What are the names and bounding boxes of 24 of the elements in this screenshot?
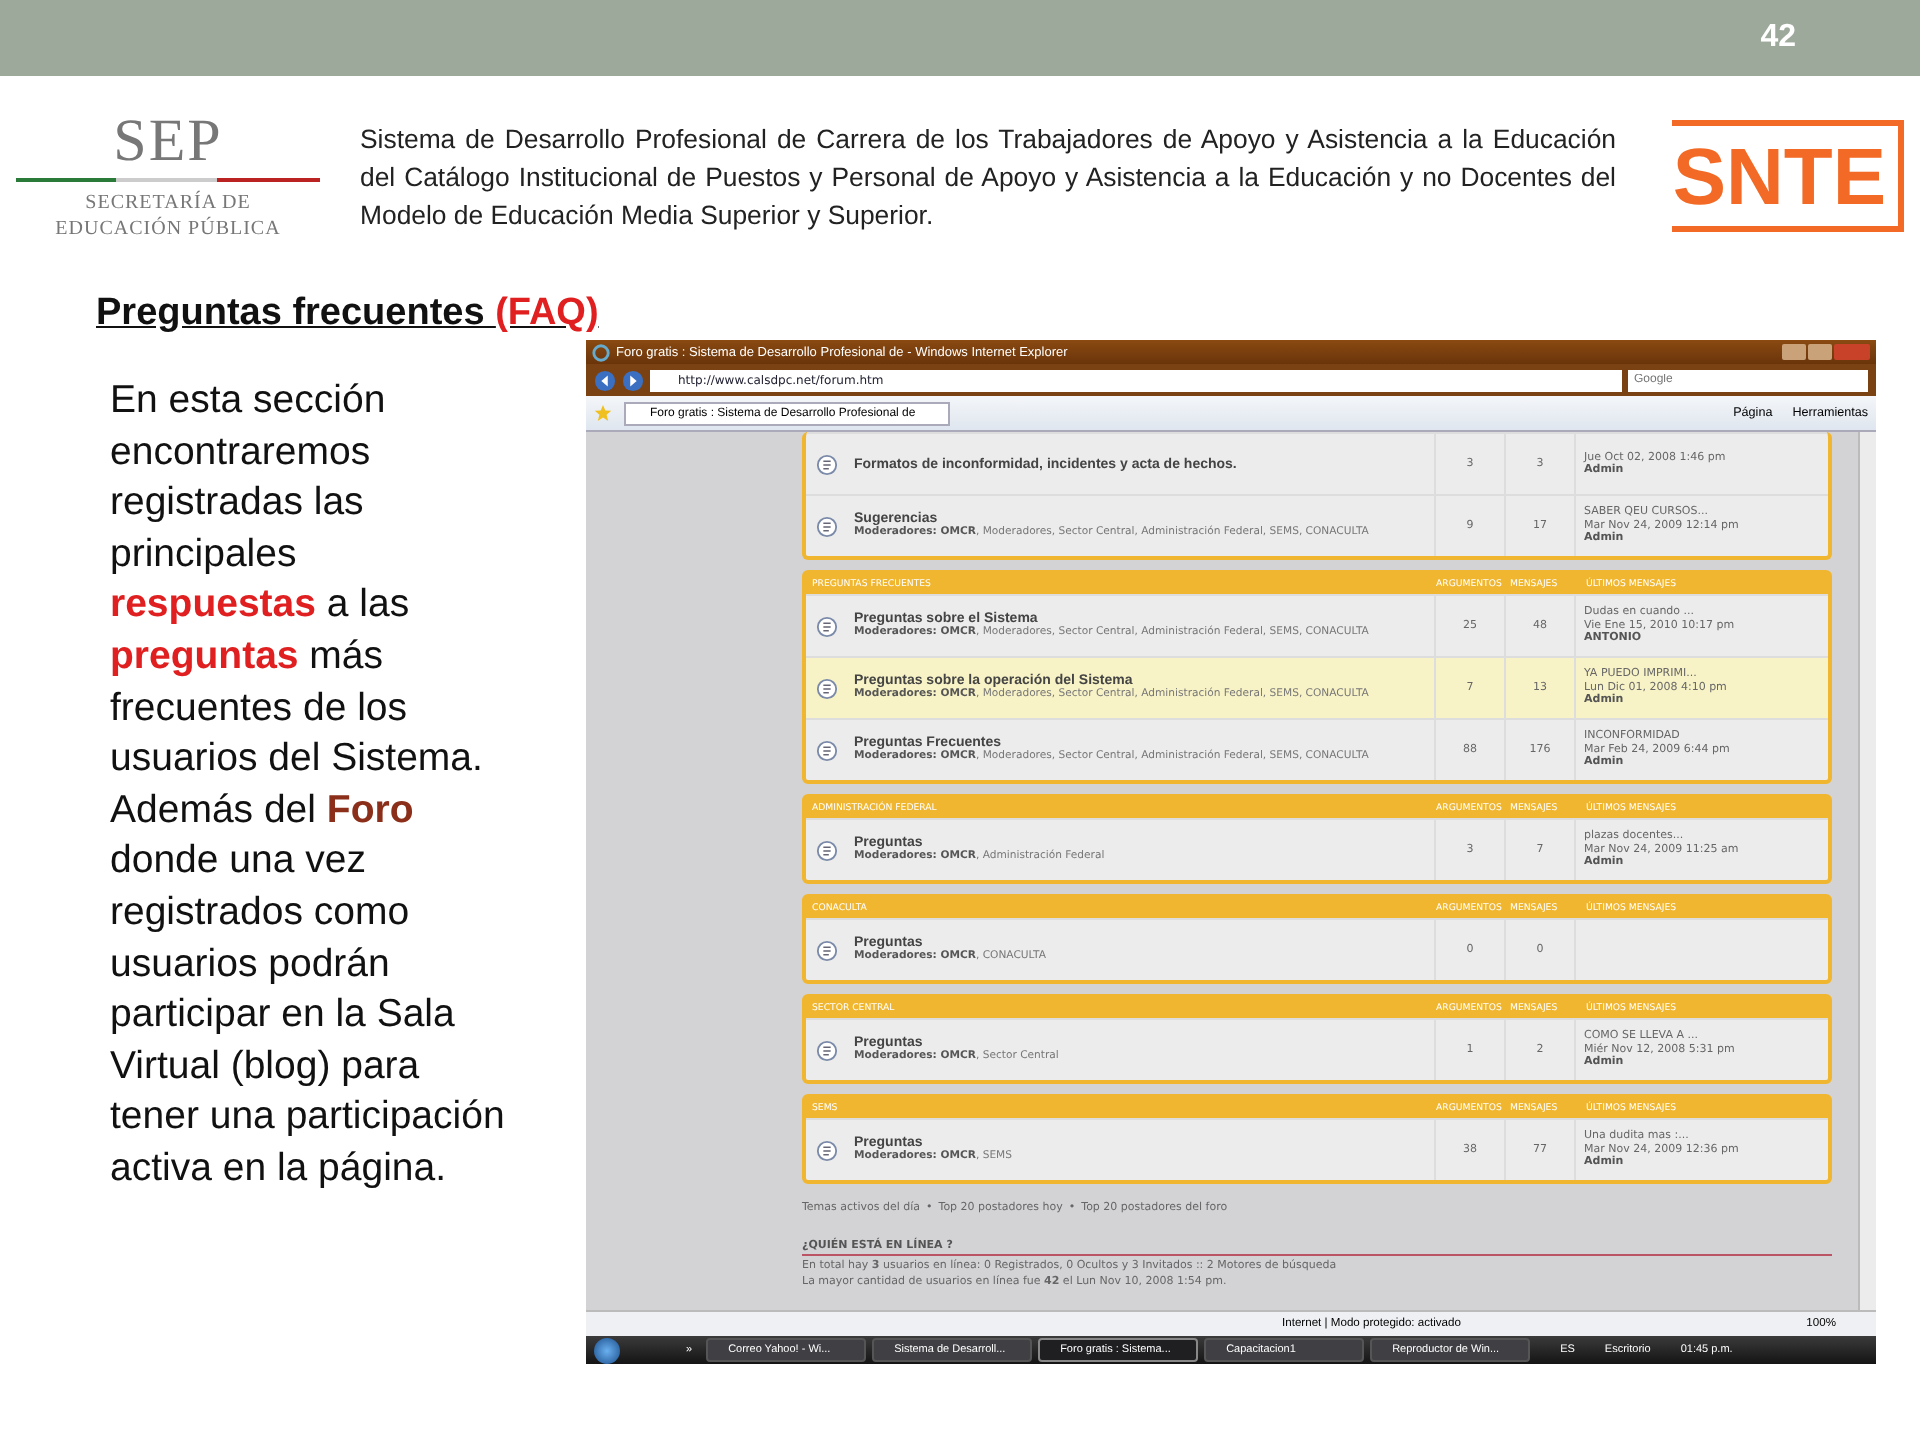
forum-icon — [816, 677, 838, 699]
forum-icon — [816, 939, 838, 961]
forum-icon — [816, 1039, 838, 1061]
ie-logo-icon — [592, 343, 610, 361]
body-paragraph: En esta sección encontraremos registradas las principales respuestas a las preguntas más frecuentes de los usuarios del Sistema. Además del Foro donde una vez registrados como usuarios podrán participar en la Sala Virtual (blog) para tener una participación activa en la página. — [110, 376, 507, 1194]
header-description: Sistema de Desarrollo Profesional de Carrera de los Trabajadores de Apoyo y Asistencia a la Educación del Catálogo Institucional de Puestos y Personal de Apoyo y Asistencia a la Educación y no Docentes del Modelo de Educación Media Superior y Superior. — [360, 121, 1616, 233]
forum-icon — [816, 453, 838, 475]
forward-button[interactable] — [622, 369, 644, 391]
minimize-button[interactable] — [1782, 344, 1806, 360]
forum-icon — [816, 1139, 838, 1161]
start-button[interactable] — [594, 1337, 620, 1363]
slide-number: 42 — [1760, 20, 1796, 56]
slide-title: Preguntas frecuentes (FAQ) — [96, 292, 601, 336]
forum-icon — [816, 515, 838, 537]
snte-logo: SNTE — [1672, 120, 1904, 232]
forum-icon — [816, 839, 838, 861]
sep-logo: SEP SECRETARÍA DE EDUCACIÓN PÚBLICA — [16, 110, 320, 242]
forum-icon — [816, 615, 838, 637]
close-button[interactable] — [1834, 344, 1870, 360]
maximize-button[interactable] — [1808, 344, 1832, 360]
forum-icon — [816, 739, 838, 761]
star-icon[interactable] — [594, 404, 612, 422]
back-button[interactable] — [594, 369, 616, 391]
scrollbar[interactable] — [1858, 432, 1876, 1310]
